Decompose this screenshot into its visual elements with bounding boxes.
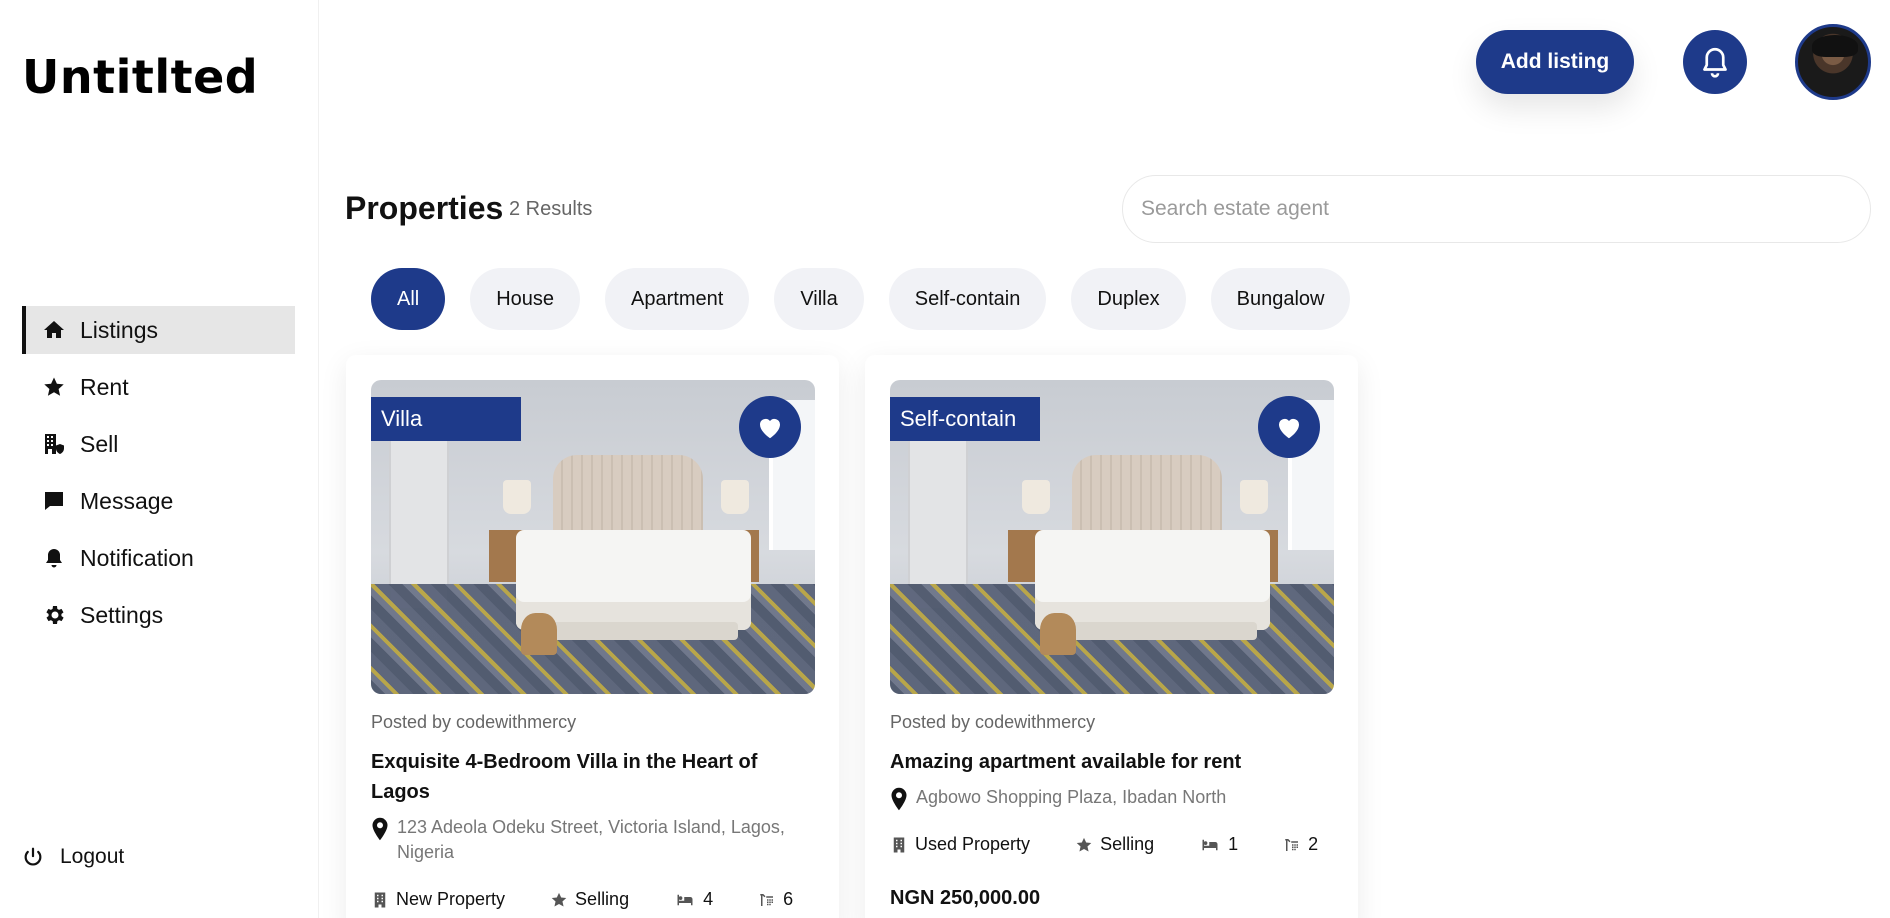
beds-count: 1 <box>1228 834 1239 854</box>
condition-meta: New Property <box>371 889 505 910</box>
filter-chip-villa[interactable]: Villa <box>774 268 864 330</box>
user-avatar[interactable] <box>1795 24 1871 100</box>
property-type-tag: Villa <box>371 397 521 441</box>
sidebar: Untitlted Listings Rent Sell Message Not… <box>0 0 319 918</box>
location-text: 123 Adeola Odeku Street, Victoria Island… <box>397 817 785 862</box>
property-type-tag: Self-contain <box>890 397 1040 441</box>
sidebar-item-label: Sell <box>80 430 119 457</box>
sidebar-item-label: Rent <box>80 373 129 400</box>
beds-count: 4 <box>703 889 714 909</box>
sidebar-nav: Listings Rent Sell Message Notification <box>22 306 295 648</box>
brand-logo[interactable]: Untitlted <box>22 50 258 104</box>
home-icon <box>40 316 68 344</box>
filter-chip-self-contain[interactable]: Self-contain <box>888 268 1047 330</box>
listing-price: NGN 250,000.00 <box>890 887 1041 909</box>
filter-chip-duplex[interactable]: Duplex <box>1071 268 1186 330</box>
listing-title[interactable]: Exquisite 4-Bedroom Villa in the Heart o… <box>371 747 821 807</box>
posted-by: Posted by codewithmercy <box>890 712 1096 732</box>
sidebar-item-label: Notification <box>80 544 194 571</box>
status-meta: Selling <box>550 889 629 910</box>
add-listing-button[interactable]: Add listing <box>1476 30 1634 94</box>
message-icon <box>40 487 68 515</box>
condition-label: Used Property <box>915 834 1031 854</box>
bell-icon <box>1703 47 1727 78</box>
filter-chip-all[interactable]: All <box>371 268 446 330</box>
shower-icon <box>760 893 774 906</box>
bed-icon <box>677 894 693 905</box>
building-icon <box>374 892 386 907</box>
condition-meta: Used Property <box>890 834 1030 855</box>
filter-chips: All House Apartment Villa Self-contain D… <box>371 268 1375 330</box>
filter-chip-bungalow[interactable]: Bungalow <box>1210 268 1351 330</box>
heart-icon <box>1279 418 1299 439</box>
favorite-button[interactable] <box>739 396 801 458</box>
status-meta: Selling <box>1075 834 1154 855</box>
sidebar-item-rent[interactable]: Rent <box>22 363 295 411</box>
building-icon <box>893 837 905 852</box>
star-icon <box>1076 837 1092 852</box>
bed-icon <box>1202 839 1218 850</box>
logout-button[interactable]: Logout <box>22 845 124 869</box>
baths-meta: 6 <box>758 889 793 910</box>
sidebar-item-sell[interactable]: Sell <box>22 420 295 468</box>
sidebar-item-notification[interactable]: Notification <box>22 534 295 582</box>
status-label: Selling <box>1100 834 1155 854</box>
listing-card[interactable]: Villa Posted by codewithmercy Exquisite … <box>346 355 839 918</box>
heart-icon <box>760 418 780 439</box>
location-text: Agbowo Shopping Plaza, Ibadan North <box>916 787 1227 807</box>
sidebar-item-listings[interactable]: Listings <box>22 306 295 354</box>
star-icon <box>551 892 567 907</box>
status-label: Selling <box>575 889 630 909</box>
condition-label: New Property <box>396 889 506 909</box>
beds-meta: 1 <box>1199 834 1238 855</box>
baths-count: 6 <box>783 889 794 909</box>
sidebar-item-label: Settings <box>80 601 164 628</box>
power-icon <box>24 847 42 866</box>
location-pin-icon <box>372 817 388 841</box>
listing-meta: Used Property Selling 1 2 <box>890 834 1340 855</box>
star-icon <box>40 373 68 401</box>
logout-label: Logout <box>60 845 125 868</box>
gear-icon <box>40 601 68 629</box>
page-title: Properties <box>345 190 504 226</box>
listing-location: 123 Adeola Odeku Street, Victoria Island… <box>371 815 821 865</box>
sidebar-item-label: Message <box>80 487 174 514</box>
location-pin-icon <box>891 787 907 811</box>
results-count: 2 Results <box>509 198 593 220</box>
notification-button[interactable] <box>1683 30 1747 94</box>
sidebar-item-settings[interactable]: Settings <box>22 591 295 639</box>
listing-meta: New Property Selling 4 6 <box>371 889 821 910</box>
favorite-button[interactable] <box>1258 396 1320 458</box>
search-input[interactable] <box>1122 175 1871 243</box>
filter-chip-house[interactable]: House <box>470 268 581 330</box>
sidebar-item-message[interactable]: Message <box>22 477 295 525</box>
building-icon <box>40 430 68 458</box>
baths-count: 2 <box>1308 834 1319 854</box>
shower-icon <box>1285 838 1299 851</box>
posted-by: Posted by codewithmercy <box>371 712 577 732</box>
filter-chip-apartment[interactable]: Apartment <box>605 268 750 330</box>
listing-title[interactable]: Amazing apartment available for rent <box>890 747 1340 777</box>
baths-meta: 2 <box>1283 834 1318 855</box>
listing-card[interactable]: Self-contain Posted by codewithmercy Ama… <box>865 355 1358 918</box>
bell-icon <box>40 544 68 572</box>
listing-location: Agbowo Shopping Plaza, Ibadan North <box>890 785 1340 811</box>
beds-meta: 4 <box>674 889 713 910</box>
sidebar-item-label: Listings <box>80 316 158 343</box>
